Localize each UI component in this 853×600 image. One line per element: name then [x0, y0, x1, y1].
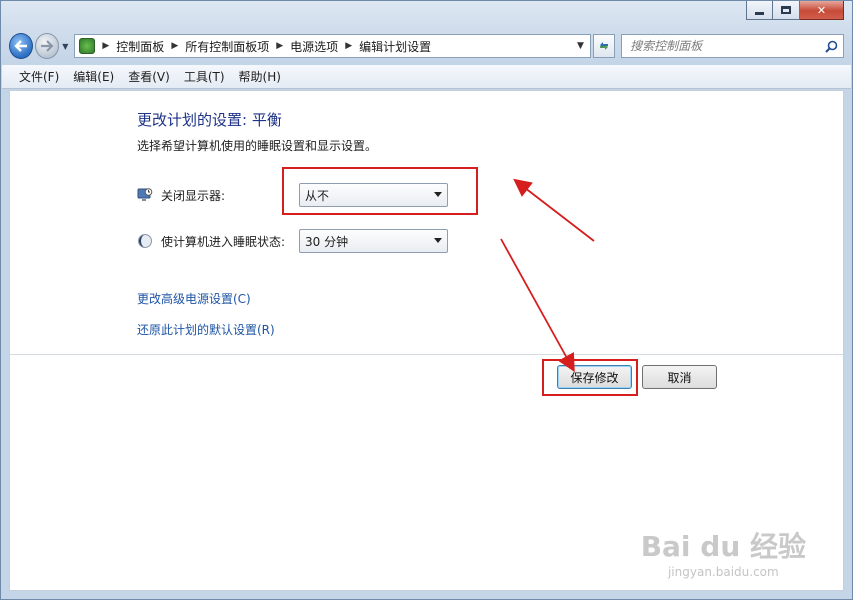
- arrow-right-icon: [41, 40, 54, 52]
- annotation-box-display: [282, 167, 478, 215]
- baidu-watermark: Bai du 经验 jingyan.baidu.com: [641, 525, 806, 579]
- arrow-left-icon: [14, 40, 28, 52]
- breadcrumb-separator-icon[interactable]: ▶: [345, 41, 352, 51]
- breadcrumb: 控制面板 ▶ 所有控制面板项 ▶ 电源选项 ▶ 编辑计划设置: [116, 38, 431, 55]
- menu-edit[interactable]: 编辑(E): [66, 68, 121, 85]
- sleep-select[interactable]: 30 分钟: [299, 229, 448, 253]
- page-title: 更改计划的设置: 平衡: [137, 111, 282, 129]
- control-panel-icon: [79, 38, 96, 54]
- search-box[interactable]: [621, 34, 844, 58]
- menu-view[interactable]: 查看(V): [121, 68, 177, 85]
- sleep-moon-icon: [138, 234, 152, 248]
- breadcrumb-item-edit-plan[interactable]: 编辑计划设置: [359, 38, 431, 55]
- close-button[interactable]: ✕: [800, 1, 844, 20]
- advanced-power-settings-link[interactable]: 更改高级电源设置(C): [137, 290, 251, 307]
- refresh-button[interactable]: [592, 34, 616, 58]
- recent-pages-dropdown[interactable]: ▼: [62, 42, 68, 51]
- chevron-down-icon: [434, 238, 442, 243]
- annotation-box-save: [542, 359, 638, 396]
- explorer-window: ✕ ▼ ▶ 控制面板 ▶ 所有控制面板项 ▶ 电源选项 ▶ 编辑计划设置 ▼ 搜…: [0, 0, 853, 600]
- display-off-icon: [137, 188, 153, 201]
- page-description: 选择希望计算机使用的睡眠设置和显示设置。: [137, 139, 378, 153]
- maximize-button[interactable]: [773, 1, 800, 20]
- menu-file[interactable]: 文件(F): [12, 68, 66, 85]
- menu-help[interactable]: 帮助(H): [232, 68, 288, 85]
- search-input[interactable]: [630, 39, 821, 53]
- back-button[interactable]: [9, 33, 34, 59]
- breadcrumb-separator-icon[interactable]: ▶: [102, 41, 109, 51]
- navigation-row: ▼ ▶ 控制面板 ▶ 所有控制面板项 ▶ 电源选项 ▶ 编辑计划设置 ▼: [9, 31, 844, 61]
- content-pane: 更改计划的设置: 平衡 选择希望计算机使用的睡眠设置和显示设置。 关闭显示器: …: [9, 90, 844, 591]
- cancel-button[interactable]: 取消: [642, 365, 717, 389]
- menu-tools[interactable]: 工具(T): [177, 68, 232, 85]
- minimize-button[interactable]: [746, 1, 773, 20]
- breadcrumb-item-control-panel[interactable]: 控制面板: [116, 38, 164, 55]
- restore-defaults-link[interactable]: 还原此计划的默认设置(R): [137, 321, 275, 338]
- watermark-url: jingyan.baidu.com: [667, 565, 779, 579]
- menu-bar: 文件(F) 编辑(E) 查看(V) 工具(T) 帮助(H): [2, 65, 851, 89]
- watermark-logo: Bai du 经验: [640, 530, 806, 563]
- breadcrumb-item-power-options[interactable]: 电源选项: [290, 38, 338, 55]
- breadcrumb-separator-icon[interactable]: ▶: [171, 41, 178, 51]
- setting-row-sleep: 使计算机进入睡眠状态: 30 分钟: [137, 229, 448, 253]
- sleep-value: 30 分钟: [305, 234, 349, 249]
- search-icon[interactable]: [821, 40, 843, 53]
- address-bar[interactable]: ▶ 控制面板 ▶ 所有控制面板项 ▶ 电源选项 ▶ 编辑计划设置 ▼: [74, 34, 591, 58]
- breadcrumb-separator-icon[interactable]: ▶: [276, 41, 283, 51]
- display-off-label: 关闭显示器:: [161, 188, 226, 203]
- divider: [10, 354, 843, 355]
- address-dropdown-icon[interactable]: ▼: [577, 41, 584, 51]
- sleep-label: 使计算机进入睡眠状态:: [161, 234, 286, 249]
- forward-button[interactable]: [35, 33, 60, 59]
- breadcrumb-item-all-items[interactable]: 所有控制面板项: [185, 38, 269, 55]
- minimize-icon: [755, 11, 764, 15]
- maximize-icon: [781, 6, 791, 14]
- window-caption-buttons: ✕: [746, 1, 844, 20]
- refresh-icon: [599, 42, 608, 50]
